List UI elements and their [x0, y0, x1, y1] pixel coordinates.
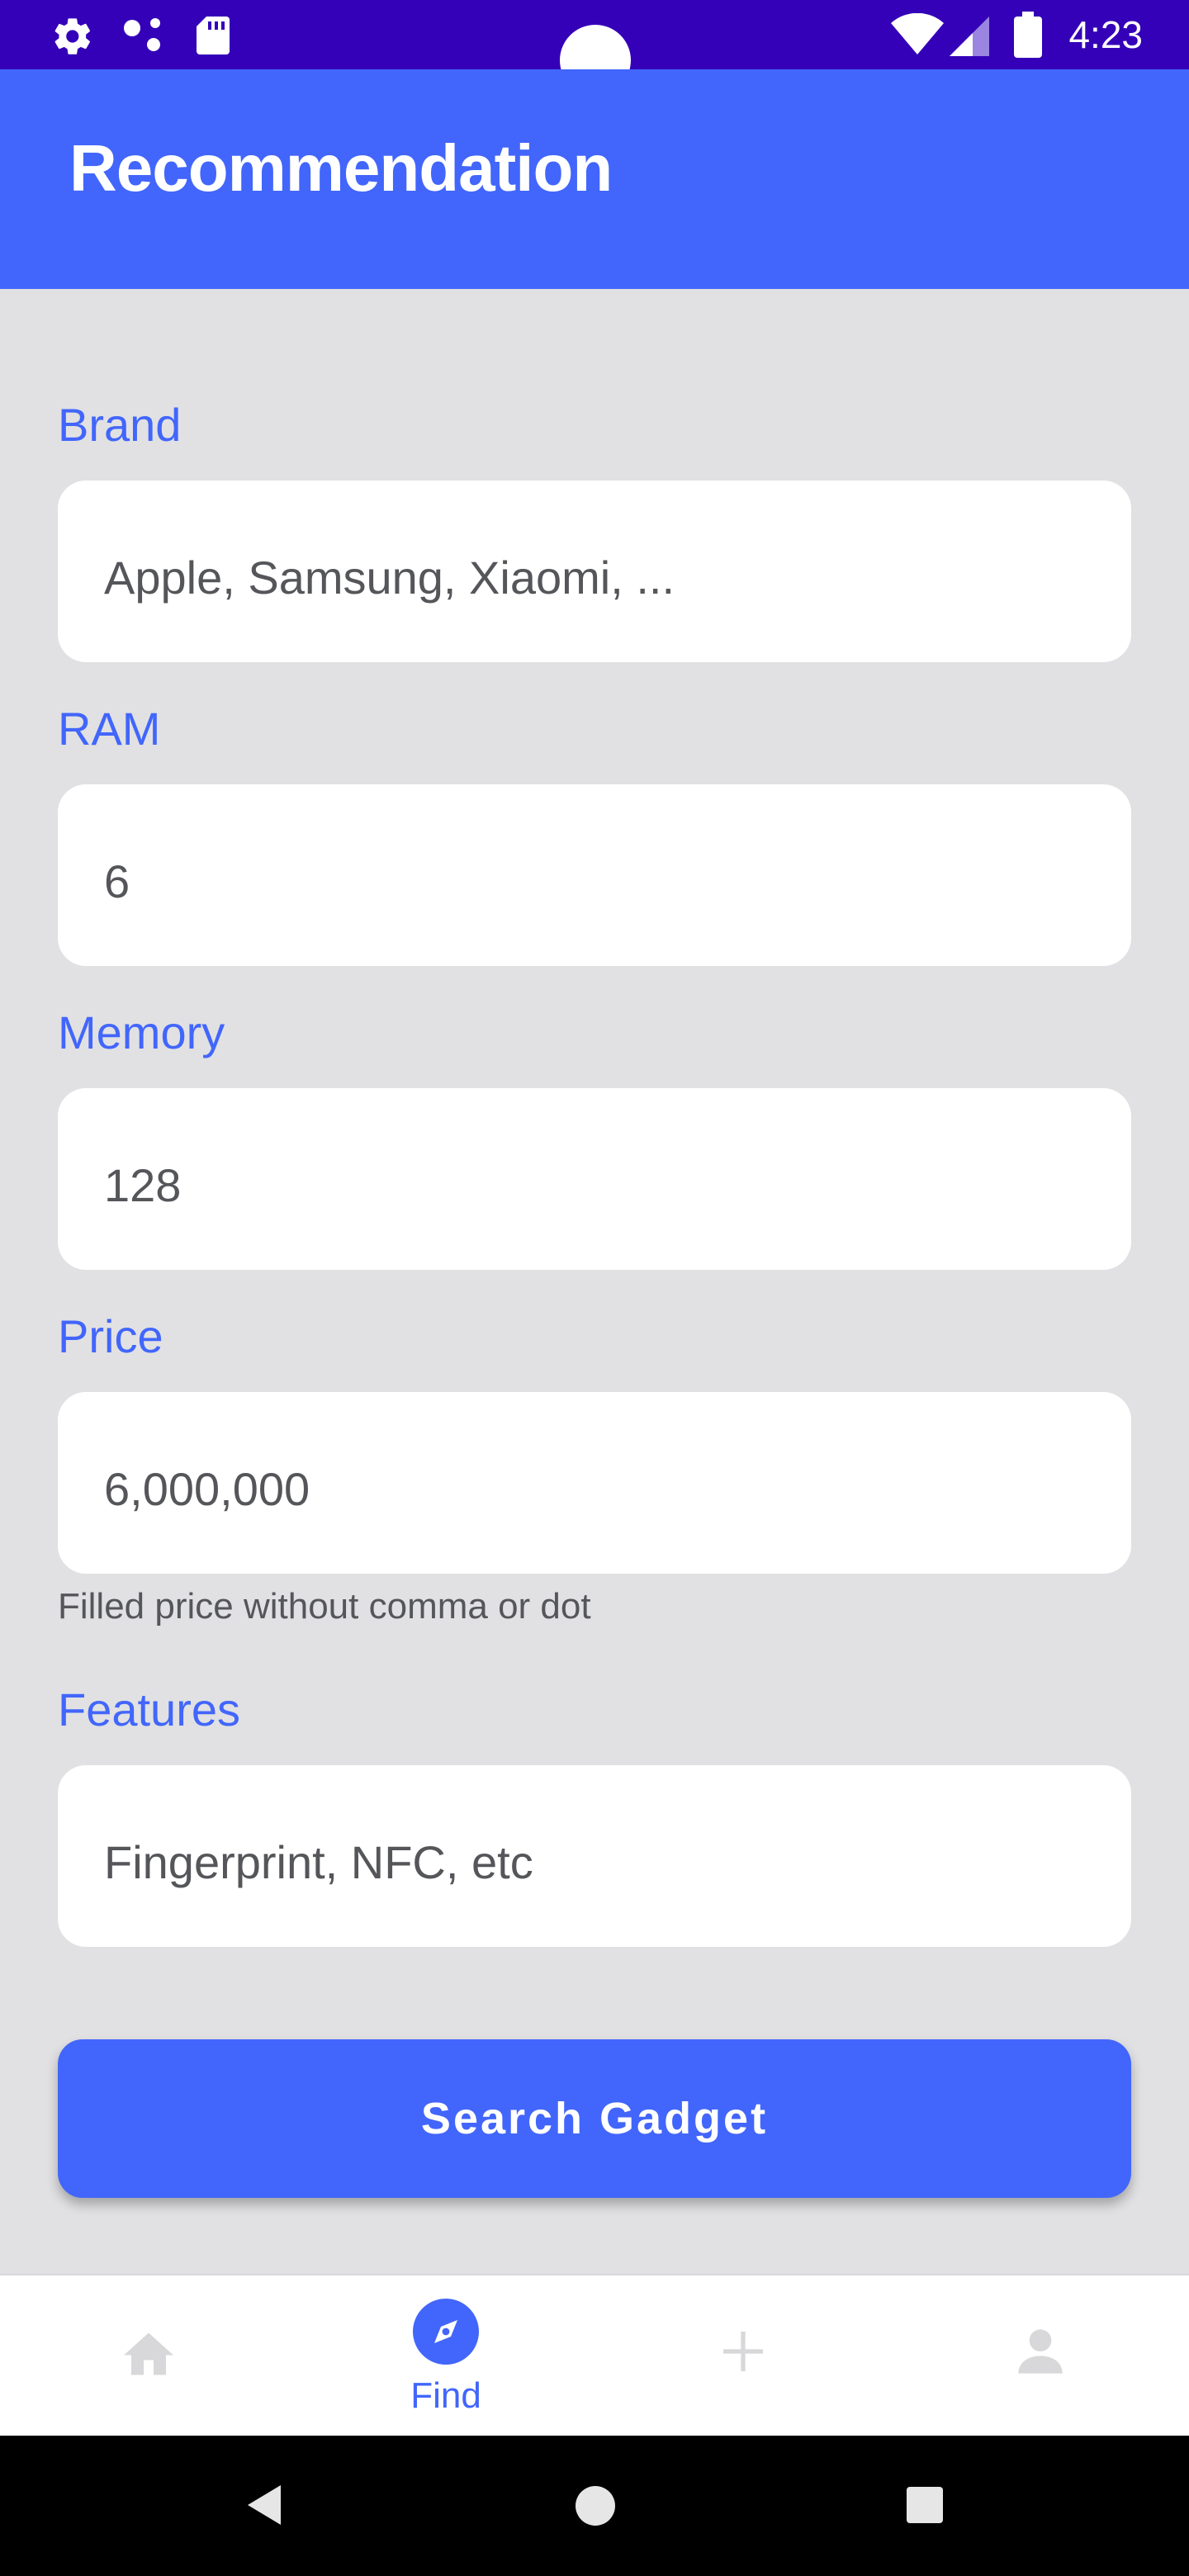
status-bar: 4:23: [0, 0, 1189, 96]
home-circle-icon[interactable]: [575, 2485, 616, 2526]
compass-icon: [413, 2299, 479, 2365]
gear-icon: [54, 18, 90, 54]
nav-item-home[interactable]: [0, 2275, 297, 2437]
features-input[interactable]: [104, 1835, 1131, 1889]
ram-field[interactable]: [58, 784, 1131, 966]
app-bar: Recommendation: [0, 69, 1189, 289]
sd-card-icon: [197, 17, 230, 54]
back-icon[interactable]: [244, 2482, 284, 2528]
nav-item-find[interactable]: Find: [297, 2275, 594, 2437]
home-icon: [124, 2332, 173, 2375]
memory-label: Memory: [58, 1006, 225, 1058]
ram-input[interactable]: [104, 854, 1131, 908]
features-label: Features: [58, 1683, 240, 1735]
assistant-dots-icon: [124, 18, 160, 51]
price-field[interactable]: [58, 1392, 1131, 1574]
cell-signal-icon: [950, 17, 989, 56]
battery-icon: [1014, 12, 1042, 58]
nav-item-profile[interactable]: [892, 2275, 1189, 2437]
search-gadget-button[interactable]: Search Gadget: [58, 2039, 1131, 2198]
page-title: Recommendation: [69, 131, 613, 205]
recents-square-icon[interactable]: [907, 2487, 943, 2523]
wifi-icon: [891, 13, 944, 54]
bottom-nav: Find: [0, 2274, 1189, 2437]
nav-item-add[interactable]: [594, 2275, 892, 2437]
profile-icon: [1018, 2329, 1063, 2374]
status-time: 4:23: [1068, 13, 1143, 56]
price-input[interactable]: [104, 1461, 1131, 1516]
brand-input[interactable]: [104, 550, 1131, 604]
memory-input[interactable]: [104, 1158, 1131, 1212]
features-field[interactable]: [58, 1765, 1131, 1947]
brand-label: Brand: [58, 399, 182, 451]
plus-icon: [723, 2332, 763, 2371]
memory-field[interactable]: [58, 1088, 1131, 1270]
system-nav-bar: [0, 2436, 1189, 2576]
nav-label-find: Find: [410, 2375, 481, 2416]
price-label: Price: [58, 1310, 163, 1362]
ram-label: RAM: [58, 703, 161, 755]
price-hint: Filled price without comma or dot: [58, 1586, 591, 1627]
brand-field[interactable]: [58, 481, 1131, 662]
